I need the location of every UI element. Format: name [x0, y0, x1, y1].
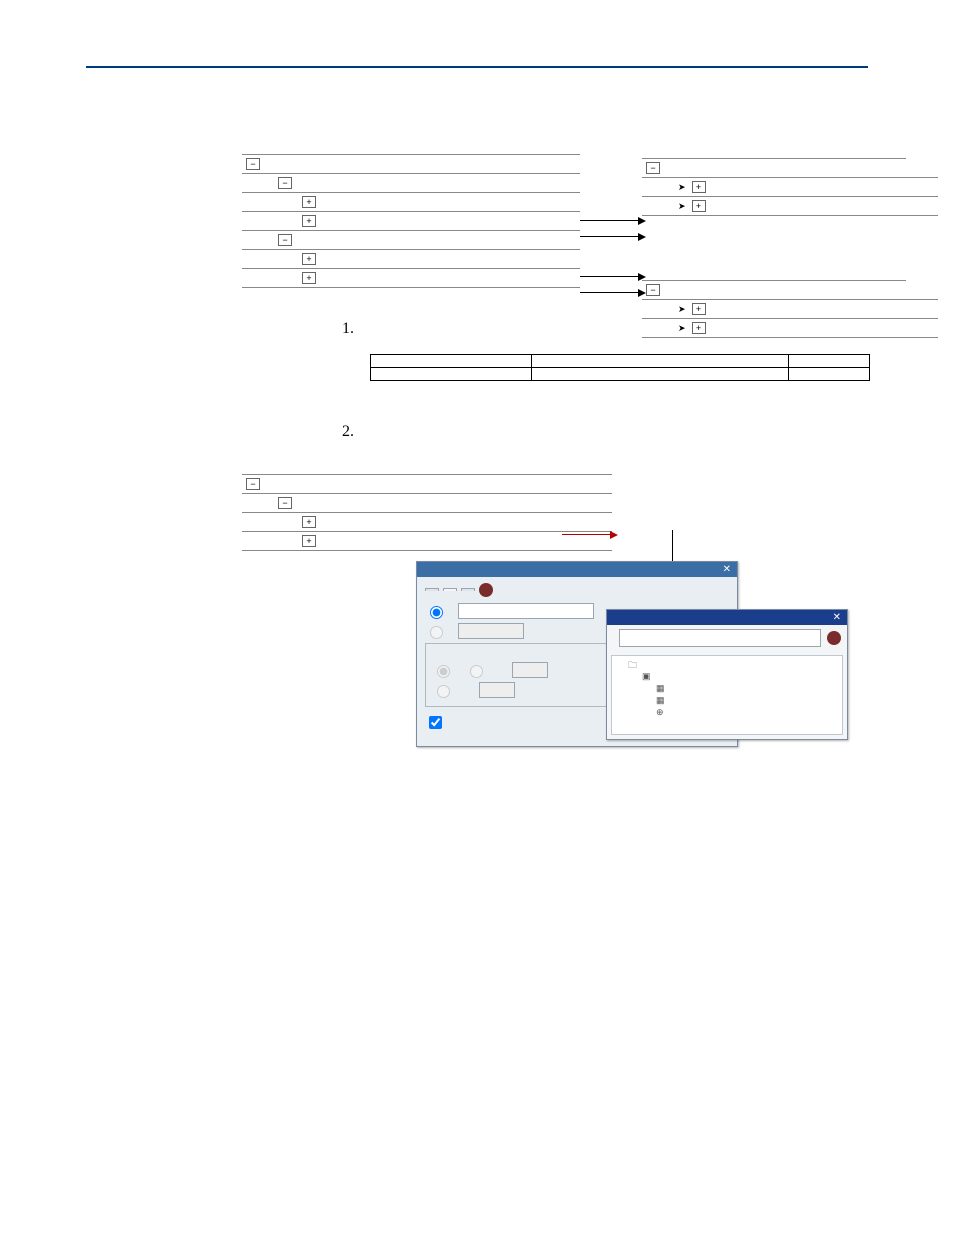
expand-icon: +	[302, 535, 316, 547]
backplane-icon: ▣	[642, 671, 651, 681]
expand-icon: +	[692, 322, 706, 334]
collapse-icon: −	[646, 284, 660, 296]
broadcast-field	[458, 623, 524, 639]
browser-path-field[interactable]	[619, 629, 821, 647]
collapse-icon: −	[278, 497, 292, 509]
td-type	[532, 368, 789, 381]
expand-icon: +	[692, 303, 706, 315]
expand-icon: +	[302, 196, 316, 208]
arrow-icon	[580, 236, 640, 237]
expand-icon: +	[302, 215, 316, 227]
close-icon[interactable]: ✕	[833, 612, 841, 623]
header-rule	[86, 66, 868, 68]
collapse-icon: −	[646, 162, 660, 174]
array-panel: − − + + − + +	[242, 154, 580, 288]
expand-icon: +	[302, 272, 316, 284]
path-field[interactable]	[458, 603, 594, 619]
cip-sourceid-radio	[437, 685, 450, 698]
td-tag	[371, 368, 532, 381]
collapse-icon: −	[278, 177, 292, 189]
th-type	[532, 355, 789, 368]
module-icon: ▦	[656, 695, 665, 705]
module-icon: ▦	[656, 683, 665, 693]
expand-icon: +	[302, 253, 316, 265]
sourcelink-field	[479, 682, 515, 698]
collapse-icon: −	[246, 478, 260, 490]
folder-icon: 🗀	[628, 660, 637, 670]
path-browser-dialog: ✕ 🗀 ▣ ▦ ▦ ⊕	[606, 609, 848, 740]
arrow-right-icon: ➤	[678, 182, 686, 193]
config-table	[370, 354, 870, 381]
figure-tag-value: − − + +	[242, 470, 942, 551]
connected-checkbox[interactable]	[429, 716, 442, 729]
arrow-icon	[580, 292, 640, 293]
arrow-right-icon: ➤	[678, 201, 686, 212]
step-number: 2.	[342, 421, 370, 443]
path-radio[interactable]	[430, 606, 443, 619]
arrow-right-icon: ➤	[678, 323, 686, 334]
io-tree[interactable]: 🗀 ▣ ▦ ▦ ⊕	[611, 655, 843, 735]
step-number: 1.	[342, 318, 370, 340]
figure-config-array: − − + + − + + − ➤+ ➤+ − ➤+ ➤+	[242, 154, 942, 288]
dialog-figure: ✕	[416, 561, 846, 751]
collapse-icon: −	[278, 234, 292, 246]
arrow-icon	[580, 276, 640, 277]
arrow-right-icon: ➤	[678, 304, 686, 315]
collapse-icon: −	[246, 158, 260, 170]
arrow-icon	[580, 220, 640, 221]
expand-icon: +	[692, 181, 706, 193]
cip-radio	[437, 665, 450, 678]
tab-communication[interactable]	[443, 588, 457, 591]
callout-a	[479, 583, 493, 597]
step-text	[370, 421, 872, 443]
dhplus-radio	[470, 665, 483, 678]
tab-tag[interactable]	[461, 588, 475, 591]
th-scope	[789, 355, 870, 368]
arrow-icon	[562, 534, 612, 535]
expand-icon: +	[302, 516, 316, 528]
td-scope	[789, 368, 870, 381]
tab-configuration[interactable]	[425, 588, 439, 591]
expand-icon: +	[692, 200, 706, 212]
broadcast-radio	[430, 626, 443, 639]
step-2: 2.	[342, 421, 872, 443]
ethernet-icon: ⊕	[656, 707, 664, 717]
callout-b	[827, 631, 841, 645]
section-heading	[86, 126, 332, 136]
th-tag	[371, 355, 532, 368]
channel-field	[512, 662, 548, 678]
close-icon[interactable]: ✕	[723, 564, 731, 575]
